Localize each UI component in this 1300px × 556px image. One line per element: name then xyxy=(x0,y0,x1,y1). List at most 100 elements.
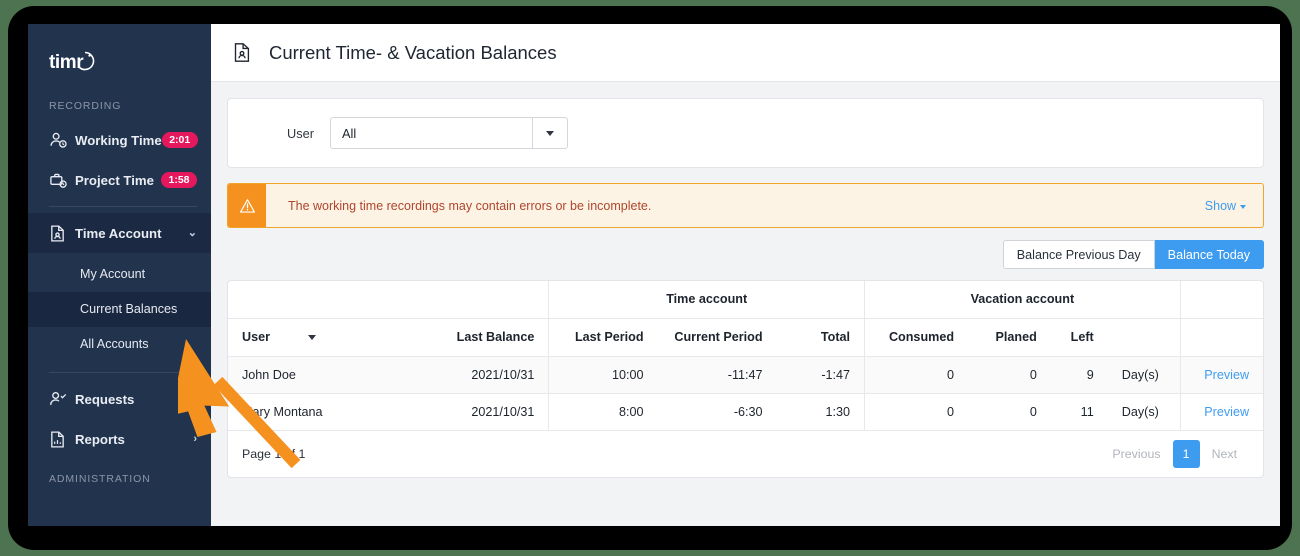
document-person-icon xyxy=(49,224,75,243)
cell-left: 9 xyxy=(1050,356,1108,394)
sidebar: timr RECORDING Working Time 2:01 Project… xyxy=(28,24,211,526)
app-logo[interactable]: timr xyxy=(28,24,211,86)
sidebar-item-label: Project Time xyxy=(75,172,154,188)
user-clock-icon xyxy=(49,131,75,150)
document-person-icon xyxy=(233,42,251,63)
column-header-left[interactable]: Left xyxy=(1050,318,1108,357)
sidebar-item-requests[interactable]: Requests › xyxy=(28,379,211,419)
preview-link[interactable]: Preview xyxy=(1179,393,1264,431)
briefcase-clock-icon xyxy=(49,171,75,190)
sort-chevron-down-icon[interactable] xyxy=(308,335,317,341)
balances-table-panel: Time account Vacation account User Last … xyxy=(227,280,1265,478)
sidebar-item-all-accounts[interactable]: All Accounts xyxy=(28,327,211,362)
user-select-toggle[interactable] xyxy=(532,117,568,149)
sidebar-item-label: Working Time xyxy=(75,132,162,148)
balance-toggle-group: Balance Previous Day Balance Today xyxy=(1002,240,1265,269)
user-select[interactable]: All xyxy=(330,117,568,149)
chevron-right-icon: › xyxy=(193,432,197,445)
sidebar-item-label: Time Account xyxy=(75,225,162,241)
cell-left: 11 xyxy=(1050,393,1108,431)
page-header: Current Time- & Vacation Balances xyxy=(211,24,1280,82)
cell-user: John Doe xyxy=(228,356,399,394)
sidebar-item-current-balances[interactable]: Current Balances xyxy=(28,292,211,327)
group-header-blank-left xyxy=(228,281,549,319)
column-header-user[interactable]: User xyxy=(228,318,399,357)
sidebar-item-reports[interactable]: Reports › xyxy=(28,419,211,459)
cell-current-period: -6:30 xyxy=(657,393,777,431)
cell-last-period: 8:00 xyxy=(548,393,658,431)
table-head: Time account Vacation account User Last … xyxy=(228,281,1264,357)
column-header-unit xyxy=(1107,318,1181,357)
preview-link[interactable]: Preview xyxy=(1179,356,1264,394)
page-title: Current Time- & Vacation Balances xyxy=(269,41,557,63)
app-screen: timr RECORDING Working Time 2:01 Project… xyxy=(28,24,1280,526)
pagination-previous-button[interactable]: Previous xyxy=(1100,440,1172,468)
svg-text:timr: timr xyxy=(49,52,84,73)
column-header-planed[interactable]: Planed xyxy=(968,318,1051,357)
timr-logo-icon: timr xyxy=(49,51,95,73)
alert-show-label: Show xyxy=(1204,198,1237,213)
user-filter-label: User xyxy=(286,125,314,141)
table-body: John Doe 2021/10/31 10:00 -11:47 -1:47 0… xyxy=(228,356,1264,431)
device-bezel: timr RECORDING Working Time 2:01 Project… xyxy=(8,6,1292,550)
sidebar-divider xyxy=(49,372,197,373)
filter-card: User All xyxy=(227,98,1265,168)
alert-message: The working time recordings may contain … xyxy=(288,198,652,213)
user-check-icon xyxy=(49,390,75,409)
pagination-page-1-button[interactable]: 1 xyxy=(1172,439,1200,468)
cell-consumed: 0 xyxy=(864,356,969,394)
cell-planed: 0 xyxy=(968,356,1051,394)
pagination-next-button[interactable]: Next xyxy=(1200,440,1249,468)
cell-user: Mary Montana xyxy=(228,393,399,431)
cell-last-balance: 2021/10/31 xyxy=(398,356,549,394)
cell-consumed: 0 xyxy=(864,393,969,431)
sidebar-divider xyxy=(49,206,197,207)
group-header-blank-right xyxy=(1179,281,1264,319)
alert-show-toggle[interactable]: Show xyxy=(1205,184,1263,227)
column-header-actions xyxy=(1179,318,1264,357)
sidebar-item-label: Requests xyxy=(75,391,135,407)
cell-total: -1:47 xyxy=(776,356,865,394)
cell-unit: Day(s) xyxy=(1107,356,1181,394)
table-row[interactable]: Mary Montana 2021/10/31 8:00 -6:30 1:30 … xyxy=(228,393,1264,431)
document-chart-icon xyxy=(49,430,75,449)
pagination-info: Page 1 of 1 xyxy=(242,446,306,461)
balance-toggle-row: Balance Previous Day Balance Today xyxy=(227,240,1265,269)
page-content: User All The working time recordings may… xyxy=(211,82,1280,526)
column-header-last-balance[interactable]: Last Balance xyxy=(398,318,549,357)
sidebar-subnav-time-account: My Account Current Balances All Accounts xyxy=(28,253,211,366)
chevron-down-icon: ⌄ xyxy=(187,226,197,239)
sidebar-item-my-account[interactable]: My Account xyxy=(28,257,211,292)
column-header-user-label: User xyxy=(242,330,271,344)
group-header-vacation-account: Vacation account xyxy=(864,281,1181,319)
sidebar-item-project-time[interactable]: Project Time 1:58 xyxy=(28,160,211,200)
group-header-time-account: Time account xyxy=(548,281,865,319)
table-row[interactable]: John Doe 2021/10/31 10:00 -11:47 -1:47 0… xyxy=(228,356,1264,394)
warning-alert: The working time recordings may contain … xyxy=(227,183,1265,228)
balance-today-button[interactable]: Balance Today xyxy=(1154,240,1265,269)
warning-triangle-icon xyxy=(228,184,266,227)
column-header-current-period[interactable]: Current Period xyxy=(657,318,777,357)
sidebar-item-label: Reports xyxy=(75,431,125,447)
project-time-badge: 1:58 xyxy=(160,172,197,188)
balance-previous-day-button[interactable]: Balance Previous Day xyxy=(1002,240,1155,269)
sidebar-item-working-time[interactable]: Working Time 2:01 xyxy=(28,120,211,160)
cell-last-period: 10:00 xyxy=(548,356,658,394)
cell-current-period: -11:47 xyxy=(657,356,777,394)
sidebar-section-recording: RECORDING xyxy=(49,100,122,112)
chevron-down-icon xyxy=(1240,204,1247,209)
cell-total: 1:30 xyxy=(776,393,865,431)
cell-unit: Day(s) xyxy=(1107,393,1181,431)
user-select-value[interactable]: All xyxy=(330,117,532,149)
cell-planed: 0 xyxy=(968,393,1051,431)
table-group-header-row: Time account Vacation account xyxy=(228,281,1264,319)
cell-last-balance: 2021/10/31 xyxy=(398,393,549,431)
pagination-controls: Previous 1 Next xyxy=(1100,439,1249,468)
column-header-consumed[interactable]: Consumed xyxy=(864,318,969,357)
table-column-header-row: User Last Balance Last Period Current Pe… xyxy=(228,318,1264,357)
sidebar-section-administration: ADMINISTRATION xyxy=(49,473,151,485)
column-header-total[interactable]: Total xyxy=(776,318,865,357)
column-header-last-period[interactable]: Last Period xyxy=(548,318,658,357)
sidebar-item-time-account[interactable]: Time Account ⌄ xyxy=(28,213,211,253)
working-time-badge: 2:01 xyxy=(161,132,198,148)
